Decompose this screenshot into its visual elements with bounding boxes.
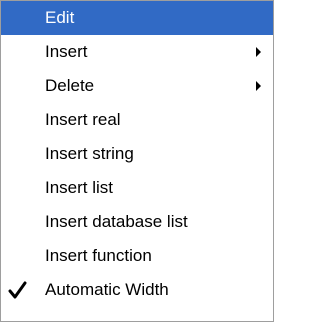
menu-item-label: Insert — [45, 42, 88, 61]
menu-item-insert-list[interactable]: Insert list — [1, 171, 273, 205]
menu-item-insert-string[interactable]: Insert string — [1, 137, 273, 171]
menu-item-label: Edit — [45, 8, 75, 27]
checkmark-icon — [8, 281, 27, 299]
context-menu: Edit Insert Delete Insert real Insert st… — [0, 0, 274, 322]
menu-item-insert-real[interactable]: Insert real — [1, 103, 273, 137]
menu-item-label: Insert list — [45, 178, 114, 197]
menu-item-insert[interactable]: Insert — [1, 35, 273, 69]
menu-item-label: Automatic Width — [45, 280, 169, 299]
menu-item-insert-function[interactable]: Insert function — [1, 239, 273, 273]
menu-item-label: Insert real — [45, 110, 121, 129]
menu-item-delete[interactable]: Delete — [1, 69, 273, 103]
menu-item-label: Insert function — [45, 246, 152, 265]
menu-item-label: Insert string — [45, 144, 134, 163]
menu-item-edit[interactable]: Edit — [1, 1, 273, 35]
menu-item-label: Delete — [45, 76, 95, 95]
menu-item-label: Insert database list — [45, 212, 188, 231]
submenu-arrow-icon — [256, 81, 261, 91]
menu-item-automatic-width[interactable]: Automatic Width — [1, 273, 273, 307]
submenu-arrow-icon — [256, 47, 261, 57]
menu-item-insert-database-list[interactable]: Insert database list — [1, 205, 273, 239]
